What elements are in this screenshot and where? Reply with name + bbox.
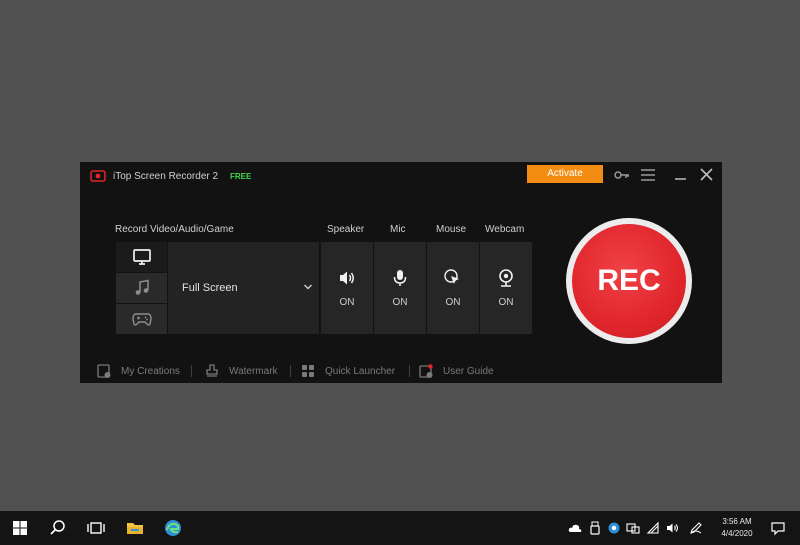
user-guide-link[interactable]: User Guide [418, 362, 494, 380]
speaker-icon [340, 271, 354, 285]
rec-button-ring: REC [566, 218, 692, 344]
folder-video-icon [97, 364, 111, 378]
microphone-icon [393, 270, 407, 286]
mouse-cursor-icon [444, 269, 459, 284]
record-mode-selector [116, 242, 167, 334]
edge-browser-icon[interactable] [163, 518, 183, 538]
mode-screen-button[interactable] [116, 242, 167, 272]
mic-state: ON [392, 297, 408, 308]
my-creations-label: My Creations [121, 365, 180, 377]
speaker-label: Speaker [327, 224, 365, 235]
search-icon[interactable] [48, 518, 68, 538]
taskbar: 3:56 AM 4/4/2020 [0, 511, 800, 545]
rec-button[interactable]: REC [572, 224, 686, 338]
app-logo-icon [90, 170, 106, 182]
clock-time: 3:56 AM [722, 517, 752, 526]
cloud-icon[interactable] [568, 521, 582, 535]
mode-game-button[interactable] [116, 304, 167, 334]
activate-button[interactable]: Activate [527, 165, 603, 183]
mouse-label: Mouse [436, 224, 467, 235]
webcam-label: Webcam [485, 224, 525, 235]
minimize-icon[interactable] [672, 166, 690, 184]
pen-icon[interactable] [689, 521, 703, 535]
webcam-icon [499, 269, 513, 287]
record-mode-label: Record Video/Audio/Game [115, 224, 234, 235]
screen-area-dropdown[interactable]: Full Screen [168, 242, 319, 334]
gamepad-icon [131, 313, 152, 326]
file-explorer-icon[interactable] [125, 518, 145, 538]
grid-icon [302, 365, 314, 377]
menu-icon[interactable] [639, 166, 657, 184]
title-bar: iTop Screen Recorder 2 FREE Activate [80, 162, 722, 188]
link-separator [191, 365, 192, 377]
music-note-icon [135, 279, 149, 295]
link-separator [409, 365, 410, 377]
mode-audio-button[interactable] [116, 273, 167, 303]
chevron-down-icon [304, 284, 312, 290]
quick-launcher-label: Quick Launcher [325, 365, 396, 377]
book-icon [419, 364, 433, 378]
watermark-link[interactable]: Watermark [204, 362, 278, 380]
security-shield-icon[interactable] [607, 521, 621, 535]
usb-drive-icon[interactable] [588, 521, 602, 535]
notification-icon[interactable] [770, 520, 786, 536]
display-icon[interactable] [626, 521, 640, 535]
user-guide-label: User Guide [443, 365, 494, 377]
app-title: iTop Screen Recorder 2 [113, 171, 219, 182]
watermark-icon [206, 364, 218, 377]
mic-label: Mic [390, 224, 406, 235]
mouse-state: ON [445, 297, 461, 308]
key-icon[interactable] [613, 166, 631, 184]
screen-area-value: Full Screen [182, 282, 238, 294]
app-window: iTop Screen Recorder 2 FREE Activate Rec… [80, 162, 722, 383]
wifi-icon[interactable] [646, 521, 660, 535]
webcam-toggle[interactable]: ON [480, 242, 532, 334]
system-clock[interactable]: 3:56 AM 4/4/2020 [714, 516, 760, 540]
speaker-state: ON [339, 297, 355, 308]
close-icon[interactable] [698, 166, 716, 184]
watermark-label: Watermark [229, 365, 278, 377]
mouse-toggle[interactable]: ON [427, 242, 479, 334]
speaker-toggle[interactable]: ON [321, 242, 373, 334]
task-view-icon[interactable] [86, 518, 106, 538]
monitor-icon [132, 249, 151, 265]
my-creations-link[interactable]: My Creations [96, 362, 180, 380]
mic-toggle[interactable]: ON [374, 242, 426, 334]
quick-launcher-link[interactable]: Quick Launcher [300, 362, 395, 380]
windows-start-icon[interactable] [10, 518, 30, 538]
free-badge: FREE [230, 172, 252, 181]
clock-date: 4/4/2020 [721, 529, 753, 538]
link-separator [290, 365, 291, 377]
volume-icon[interactable] [666, 521, 680, 535]
webcam-state: ON [498, 297, 514, 308]
